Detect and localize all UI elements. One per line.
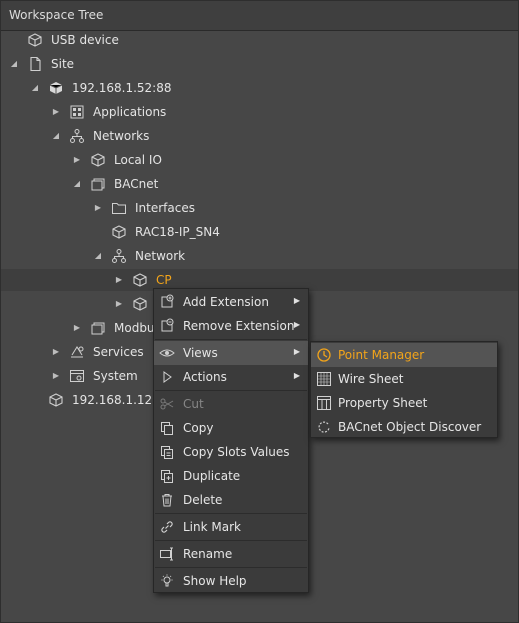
tree-item-device[interactable]: ◢ 192.168.1.52:88: [1, 77, 518, 99]
submenu-point-manager[interactable]: Point Manager: [311, 343, 497, 367]
tree-item-networks[interactable]: ◢ Networks: [1, 125, 518, 147]
remove-extension-icon: [159, 318, 175, 334]
collapsed-arrow-icon[interactable]: ▶: [51, 107, 61, 117]
menu-separator: [155, 339, 307, 340]
tree-item-applications[interactable]: ▶ Applications: [1, 101, 518, 123]
duplicate-icon: [159, 468, 175, 484]
refresh-icon: [316, 419, 332, 435]
tree-label: Site: [51, 57, 75, 71]
tree-label: Networks: [93, 129, 150, 143]
copy-icon: [159, 420, 175, 436]
menu-remove-extension[interactable]: Remove Extension ▶: [154, 314, 308, 338]
copy-slots-icon: [159, 444, 175, 460]
tree-label: CP: [156, 273, 172, 287]
menu-copy-slots-values[interactable]: Copy Slots Values: [154, 440, 308, 464]
submenu-arrow-icon: ▶: [293, 320, 300, 329]
menu-views[interactable]: Views ▶: [154, 341, 308, 365]
network-icon: [69, 128, 85, 144]
collapsed-arrow-icon[interactable]: ▶: [51, 347, 61, 357]
expanded-arrow-icon[interactable]: ◢: [51, 131, 61, 141]
tree-item-site[interactable]: ◢ Site: [1, 53, 518, 75]
tree-label: Local IO: [114, 153, 162, 167]
tree-label: Interfaces: [135, 201, 195, 215]
submenu-arrow-icon: ▶: [293, 347, 300, 356]
device-icon: [48, 392, 64, 408]
tree-label: Modbu: [114, 321, 155, 335]
tree-label: USB device: [51, 33, 119, 47]
submenu-bacnet-object-discover[interactable]: BACnet Object Discover: [311, 415, 497, 439]
collapsed-arrow-icon[interactable]: ▶: [114, 299, 124, 309]
panel-title: Workspace Tree: [1, 1, 518, 31]
scissors-icon: [159, 396, 175, 412]
tree-item-usb-device[interactable]: USB device: [1, 29, 518, 51]
menu-duplicate[interactable]: Duplicate: [154, 464, 308, 488]
expanded-arrow-icon[interactable]: ◢: [93, 251, 103, 261]
point-manager-icon: [316, 347, 332, 363]
network-icon: [111, 248, 127, 264]
controller-icon: [48, 80, 64, 96]
device-icon: [111, 224, 127, 240]
submenu-property-sheet[interactable]: Property Sheet: [311, 391, 497, 415]
menu-cut[interactable]: Cut: [154, 392, 308, 416]
tree-label: Applications: [93, 105, 167, 119]
menu-show-help[interactable]: Show Help: [154, 569, 308, 593]
tree-item-rac18[interactable]: RAC18-IP_SN4: [1, 221, 518, 243]
property-sheet-icon: [316, 395, 332, 411]
collapsed-arrow-icon[interactable]: ▶: [72, 155, 82, 165]
system-icon: [69, 368, 85, 384]
services-icon: [69, 344, 85, 360]
lightbulb-icon: [159, 573, 175, 589]
tree-item-interfaces[interactable]: ▶ Interfaces: [1, 197, 518, 219]
device-icon: [132, 296, 148, 312]
folder-icon: [111, 200, 127, 216]
applications-icon: [69, 104, 85, 120]
menu-actions[interactable]: Actions ▶: [154, 365, 308, 389]
add-extension-icon: [159, 294, 175, 310]
eye-icon: [159, 345, 175, 361]
expanded-arrow-icon[interactable]: ◢: [9, 59, 19, 69]
link-icon: [159, 519, 175, 535]
menu-add-extension[interactable]: Add Extension ▶: [154, 290, 308, 314]
actions-icon: [159, 369, 175, 385]
trash-icon: [159, 492, 175, 508]
device-icon: [27, 32, 43, 48]
tree-label: 192.168.1.52:88: [72, 81, 172, 95]
submenu-arrow-icon: ▶: [293, 371, 300, 380]
menu-separator: [155, 513, 307, 514]
collapsed-arrow-icon[interactable]: ▶: [51, 371, 61, 381]
menu-separator: [155, 567, 307, 568]
menu-separator: [155, 540, 307, 541]
wire-sheet-icon: [316, 371, 332, 387]
tree-label: 192.168.1.123:: [72, 393, 164, 407]
views-submenu: Point Manager Wire Sheet Property Sheet …: [310, 341, 498, 438]
expanded-arrow-icon[interactable]: ◢: [30, 83, 40, 93]
collapsed-arrow-icon[interactable]: ▶: [114, 275, 124, 285]
submenu-arrow-icon: ▶: [293, 296, 300, 305]
tree-label: System: [93, 369, 138, 383]
tree-label: Network: [135, 249, 186, 263]
expanded-arrow-icon[interactable]: ◢: [72, 179, 82, 189]
folder-stack-icon: [90, 320, 106, 336]
submenu-wire-sheet[interactable]: Wire Sheet: [311, 367, 497, 391]
folder-stack-icon: [90, 176, 106, 192]
menu-delete[interactable]: Delete: [154, 488, 308, 512]
collapsed-arrow-icon[interactable]: ▶: [93, 203, 103, 213]
tree-item-bacnet[interactable]: ◢ BACnet: [1, 173, 518, 195]
context-menu: Add Extension ▶ Remove Extension ▶ Views…: [153, 288, 309, 593]
menu-copy[interactable]: Copy: [154, 416, 308, 440]
device-icon: [132, 272, 148, 288]
menu-link-mark[interactable]: Link Mark: [154, 515, 308, 539]
tree-item-local-io[interactable]: ▶ Local IO: [1, 149, 518, 171]
document-icon: [27, 56, 43, 72]
menu-separator: [155, 390, 307, 391]
collapsed-arrow-icon[interactable]: ▶: [72, 323, 82, 333]
device-icon: [90, 152, 106, 168]
tree-item-network[interactable]: ◢ Network: [1, 245, 518, 267]
tree-label: BACnet: [114, 177, 159, 191]
tree-label: RAC18-IP_SN4: [135, 225, 220, 239]
rename-icon: [159, 546, 175, 562]
tree-label: Services: [93, 345, 144, 359]
menu-rename[interactable]: Rename: [154, 542, 308, 566]
